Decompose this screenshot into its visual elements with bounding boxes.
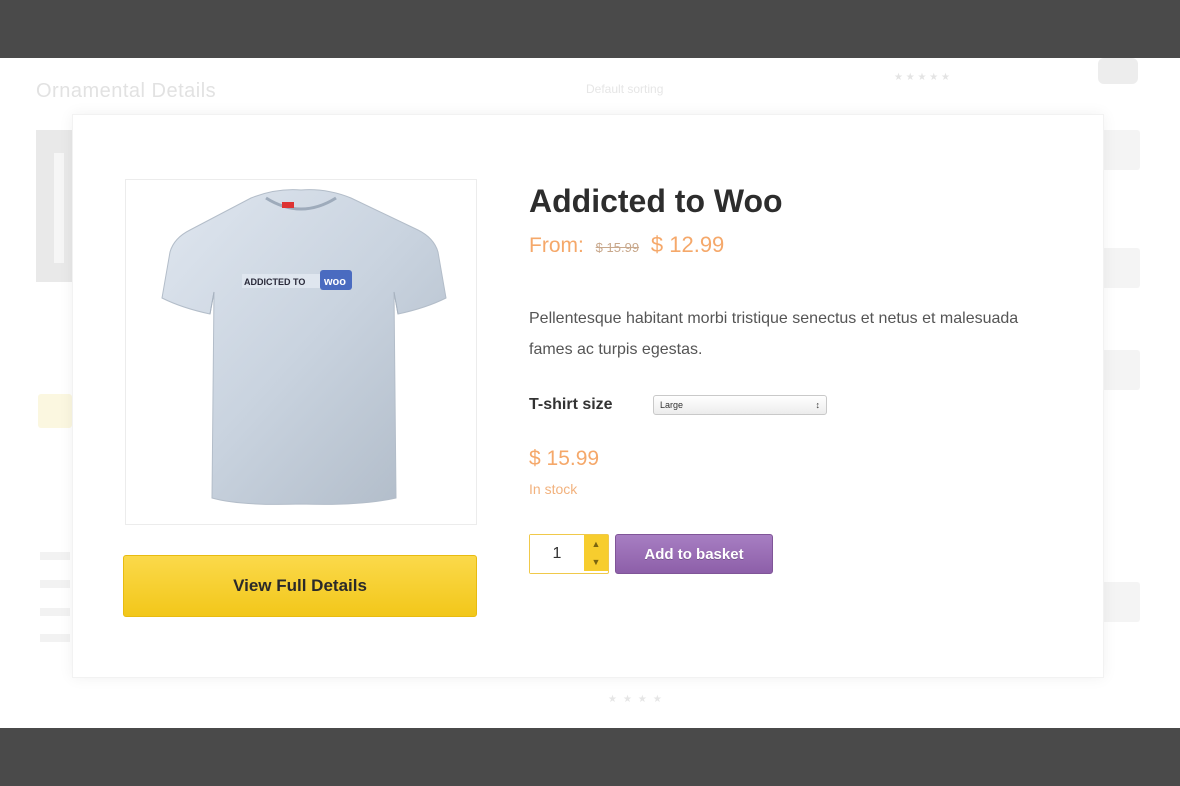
background-text-line	[40, 634, 70, 642]
variation-row: T-shirt size Large ↕	[529, 391, 1049, 419]
background-side-thumb	[1100, 582, 1140, 622]
product-title: Addicted to Woo	[529, 183, 783, 219]
page-area: Ornamental Details Default sorting ★ ★ ★…	[0, 58, 1180, 728]
quantity-increment-icon[interactable]: ▲	[592, 539, 601, 549]
background-text-line	[40, 552, 70, 560]
background-thumb-detail	[54, 153, 64, 263]
quantity-stepper: ▲ ▼	[529, 534, 609, 574]
old-price: $ 15.99	[595, 240, 640, 255]
quantity-input[interactable]	[530, 535, 584, 573]
tshirt-print-text: ADDICTED TO	[244, 277, 305, 287]
product-summary: Addicted to Woo From: $ 15.99 $ 12.99 Pe…	[529, 181, 1049, 574]
view-full-details-button[interactable]: View Full Details	[123, 555, 477, 617]
quantity-decrement-icon[interactable]: ▼	[592, 557, 601, 567]
background-side-thumb	[1100, 130, 1140, 170]
background-text-line	[40, 580, 70, 588]
select-arrows-icon: ↕	[815, 400, 821, 410]
size-select[interactable]: Large ↕	[653, 395, 827, 415]
background-side-thumb	[1100, 248, 1140, 288]
price-range: From: $ 15.99 $ 12.99	[529, 231, 1049, 259]
quick-view-modal: ADDICTED TO woo View Full Details Addict…	[72, 114, 1104, 678]
product-image-frame: ADDICTED TO woo	[125, 179, 477, 525]
background-text-line	[40, 608, 70, 616]
variant-price: $ 15.99	[529, 447, 600, 470]
stock-status: In stock	[529, 481, 578, 497]
background-bottom-stars: ★★★★	[608, 694, 668, 705]
background-sort-label: Default sorting	[586, 82, 664, 96]
background-page-title: Ornamental Details	[36, 80, 217, 102]
quantity-step-buttons: ▲ ▼	[584, 535, 608, 571]
size-label: T-shirt size	[529, 396, 613, 413]
background-cart-icon	[1098, 58, 1138, 84]
sale-price: $ 12.99	[650, 232, 725, 257]
background-side-thumb	[1100, 350, 1140, 390]
price-prefix: From:	[529, 234, 584, 257]
add-to-basket-button[interactable]: Add to basket	[615, 534, 773, 574]
tshirt-logo-text: woo	[323, 276, 346, 288]
background-sale-badge	[38, 394, 72, 428]
product-image-tshirt: ADDICTED TO woo	[161, 189, 447, 505]
background-rating-stars: ★ ★ ★ ★ ★	[894, 72, 950, 83]
add-to-cart-row: ▲ ▼ Add to basket	[529, 534, 1049, 574]
size-select-value: Large	[660, 400, 684, 410]
product-description: Pellentesque habitant morbi tristique se…	[529, 310, 1019, 358]
